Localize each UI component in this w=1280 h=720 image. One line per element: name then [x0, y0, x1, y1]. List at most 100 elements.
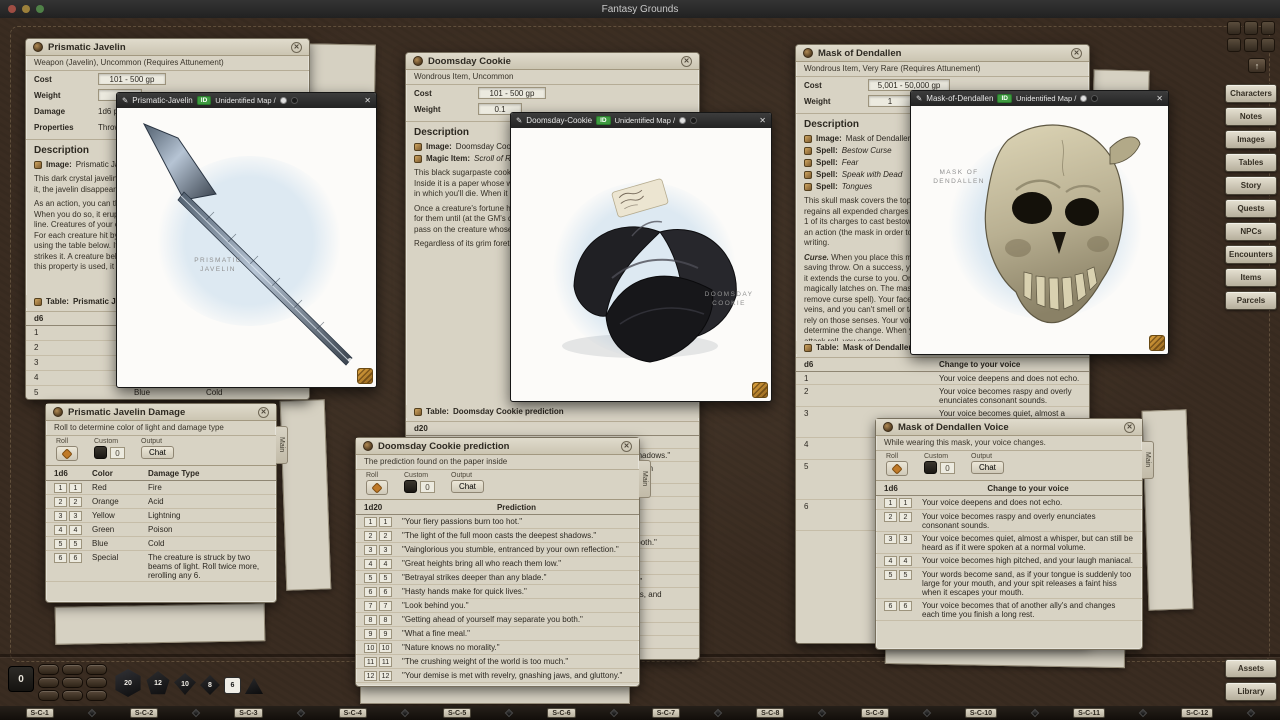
resize-grip[interactable] — [357, 368, 373, 384]
table-row[interactable]: 44 Green Poison — [46, 523, 276, 537]
modifier-button[interactable] — [38, 677, 59, 688]
close-icon[interactable]: ✕ — [1071, 48, 1082, 59]
id-badge[interactable]: ID — [997, 94, 1012, 103]
hotkey-tab[interactable]: S-C-6 — [547, 708, 575, 718]
hotkey-tab[interactable]: S-C-2 — [130, 708, 158, 718]
range-from[interactable]: 2 — [364, 531, 377, 541]
sidebar-button[interactable]: Story — [1225, 176, 1277, 195]
tool-button[interactable] — [1244, 38, 1258, 52]
hotkey-tab[interactable]: S-C-9 — [861, 708, 889, 718]
modifier-button[interactable] — [86, 690, 107, 701]
visibility-icon[interactable] — [280, 97, 287, 104]
table-row[interactable]: 88 "Getting ahead of yourself may separa… — [356, 613, 639, 627]
image-titlebar[interactable]: ✎ Doomsday-Cookie ID Unidentified Map / … — [511, 113, 771, 128]
table-link[interactable]: Table: Doomsday Cookie prediction — [406, 405, 699, 418]
close-icon[interactable]: ✕ — [291, 42, 302, 53]
table-row[interactable]: 33 Your voice becomes quiet, almost a wh… — [876, 532, 1142, 554]
image-canvas[interactable]: DOOMSDAY COOKIE — [512, 128, 770, 400]
table-row[interactable]: 99 "What a fine meal." — [356, 627, 639, 641]
close-light-icon[interactable] — [8, 5, 16, 13]
table-row[interactable]: 66 Your voice becomes that of another al… — [876, 599, 1142, 621]
hotkey-tab[interactable]: S-C-5 — [443, 708, 471, 718]
window-titlebar[interactable]: Doomsday Cookie ✕ — [406, 53, 699, 70]
sidebar-button[interactable]: Characters — [1225, 84, 1277, 103]
table-row[interactable]: 66 "Hasty hands make for quick lives." — [356, 585, 639, 599]
tab-main[interactable]: Main — [1142, 441, 1154, 479]
table-row[interactable]: 1 Your voice deepens and does not echo. — [796, 372, 1089, 385]
sidebar-button[interactable]: NPCs — [1225, 222, 1277, 241]
table-row[interactable]: 33 Yellow Lightning — [46, 509, 276, 523]
zoom-light-icon[interactable] — [36, 5, 44, 13]
image-titlebar[interactable]: ✎ Prismatic-Javelin ID Unidentified Map … — [117, 93, 376, 108]
tab-main[interactable]: Main — [639, 460, 651, 498]
custom-die-slot[interactable] — [94, 446, 107, 459]
output-chat-button[interactable]: Chat — [141, 446, 174, 459]
window-titlebar[interactable]: Prismatic Javelin Damage ✕ — [46, 404, 276, 421]
id-badge[interactable]: ID — [596, 116, 611, 125]
table-row[interactable]: 44 "Great heights bring all who reach th… — [356, 557, 639, 571]
table-row[interactable]: 22 "The light of the full moon casts the… — [356, 529, 639, 543]
modifier-box[interactable]: 0 — [8, 666, 34, 692]
roll-die-button[interactable] — [886, 461, 908, 476]
window-titlebar[interactable]: Prismatic Javelin ✕ — [26, 39, 309, 56]
range-to[interactable]: 2 — [379, 531, 392, 541]
range-to[interactable]: 6 — [379, 587, 392, 597]
range-to[interactable]: 2 — [69, 497, 82, 507]
range-to[interactable]: 1 — [379, 517, 392, 527]
table-row[interactable]: 66 Special The creature is struck by two… — [46, 551, 276, 582]
roll-die-button[interactable] — [56, 446, 78, 461]
range-from[interactable]: 5 — [364, 573, 377, 583]
d10-die[interactable]: 10 — [174, 673, 196, 695]
custom-value[interactable]: 0 — [110, 447, 125, 459]
range-from[interactable]: 5 — [884, 570, 897, 580]
range-from[interactable]: 7 — [364, 601, 377, 611]
range-from[interactable]: 1 — [884, 498, 897, 508]
range-from[interactable]: 8 — [364, 615, 377, 625]
range-to[interactable]: 1 — [899, 498, 912, 508]
weight-value[interactable]: 1 — [868, 95, 912, 107]
custom-value[interactable]: 0 — [940, 462, 955, 474]
range-to[interactable]: 4 — [69, 525, 82, 535]
id-badge[interactable]: ID — [197, 96, 212, 105]
hotkey-tab[interactable]: S-C-10 — [965, 708, 997, 718]
sidebar-button[interactable]: Parcels — [1225, 291, 1277, 310]
cost-value[interactable]: 101 - 500 gp — [98, 73, 166, 85]
range-to[interactable]: 3 — [69, 511, 82, 521]
cost-value[interactable]: 101 - 500 gp — [478, 87, 546, 99]
range-from[interactable]: 3 — [54, 511, 67, 521]
range-from[interactable]: 12 — [364, 671, 377, 681]
table-row[interactable]: 33 "Vainglorious you stumble, entranced … — [356, 543, 639, 557]
table-row[interactable]: 11 "Your fiery passions burn too hot." — [356, 515, 639, 529]
range-from[interactable]: 3 — [884, 534, 897, 544]
table-row[interactable]: 2 Your voice becomes raspy and overly en… — [796, 385, 1089, 407]
tab-main[interactable]: Main — [276, 426, 288, 464]
close-icon[interactable]: ✕ — [759, 116, 766, 125]
range-to[interactable]: 1 — [69, 483, 82, 493]
range-to[interactable]: 11 — [379, 657, 392, 667]
range-to[interactable]: 3 — [379, 545, 392, 555]
table-row[interactable]: 44 Your voice becomes high pitched, and … — [876, 554, 1142, 568]
range-to[interactable]: 2 — [899, 512, 912, 522]
modifier-button[interactable] — [86, 677, 107, 688]
table-row[interactable]: 1010 "Nature knows no morality." — [356, 641, 639, 655]
table-row[interactable]: 55 Blue Cold — [46, 537, 276, 551]
range-to[interactable]: 12 — [379, 671, 392, 681]
table-row[interactable]: 5 Blue Cold — [26, 386, 309, 400]
modifier-button[interactable] — [38, 690, 59, 701]
sidebar-button[interactable]: Encounters — [1225, 245, 1277, 264]
range-to[interactable]: 3 — [899, 534, 912, 544]
range-from[interactable]: 4 — [884, 556, 897, 566]
range-from[interactable]: 1 — [364, 517, 377, 527]
resize-grip[interactable] — [1149, 335, 1165, 351]
tool-button[interactable] — [1244, 21, 1258, 35]
sidebar-button[interactable]: Quests — [1225, 199, 1277, 218]
range-from[interactable]: 6 — [54, 553, 67, 563]
sidebar-button[interactable]: Tables — [1225, 153, 1277, 172]
table-row[interactable]: 55 Your words become sand, as if your to… — [876, 568, 1142, 599]
tool-button[interactable] — [1261, 21, 1275, 35]
range-to[interactable]: 7 — [379, 601, 392, 611]
range-from[interactable]: 10 — [364, 643, 377, 653]
table-row[interactable]: 11 Red Fire — [46, 481, 276, 495]
range-to[interactable]: 9 — [379, 629, 392, 639]
range-to[interactable]: 4 — [379, 559, 392, 569]
